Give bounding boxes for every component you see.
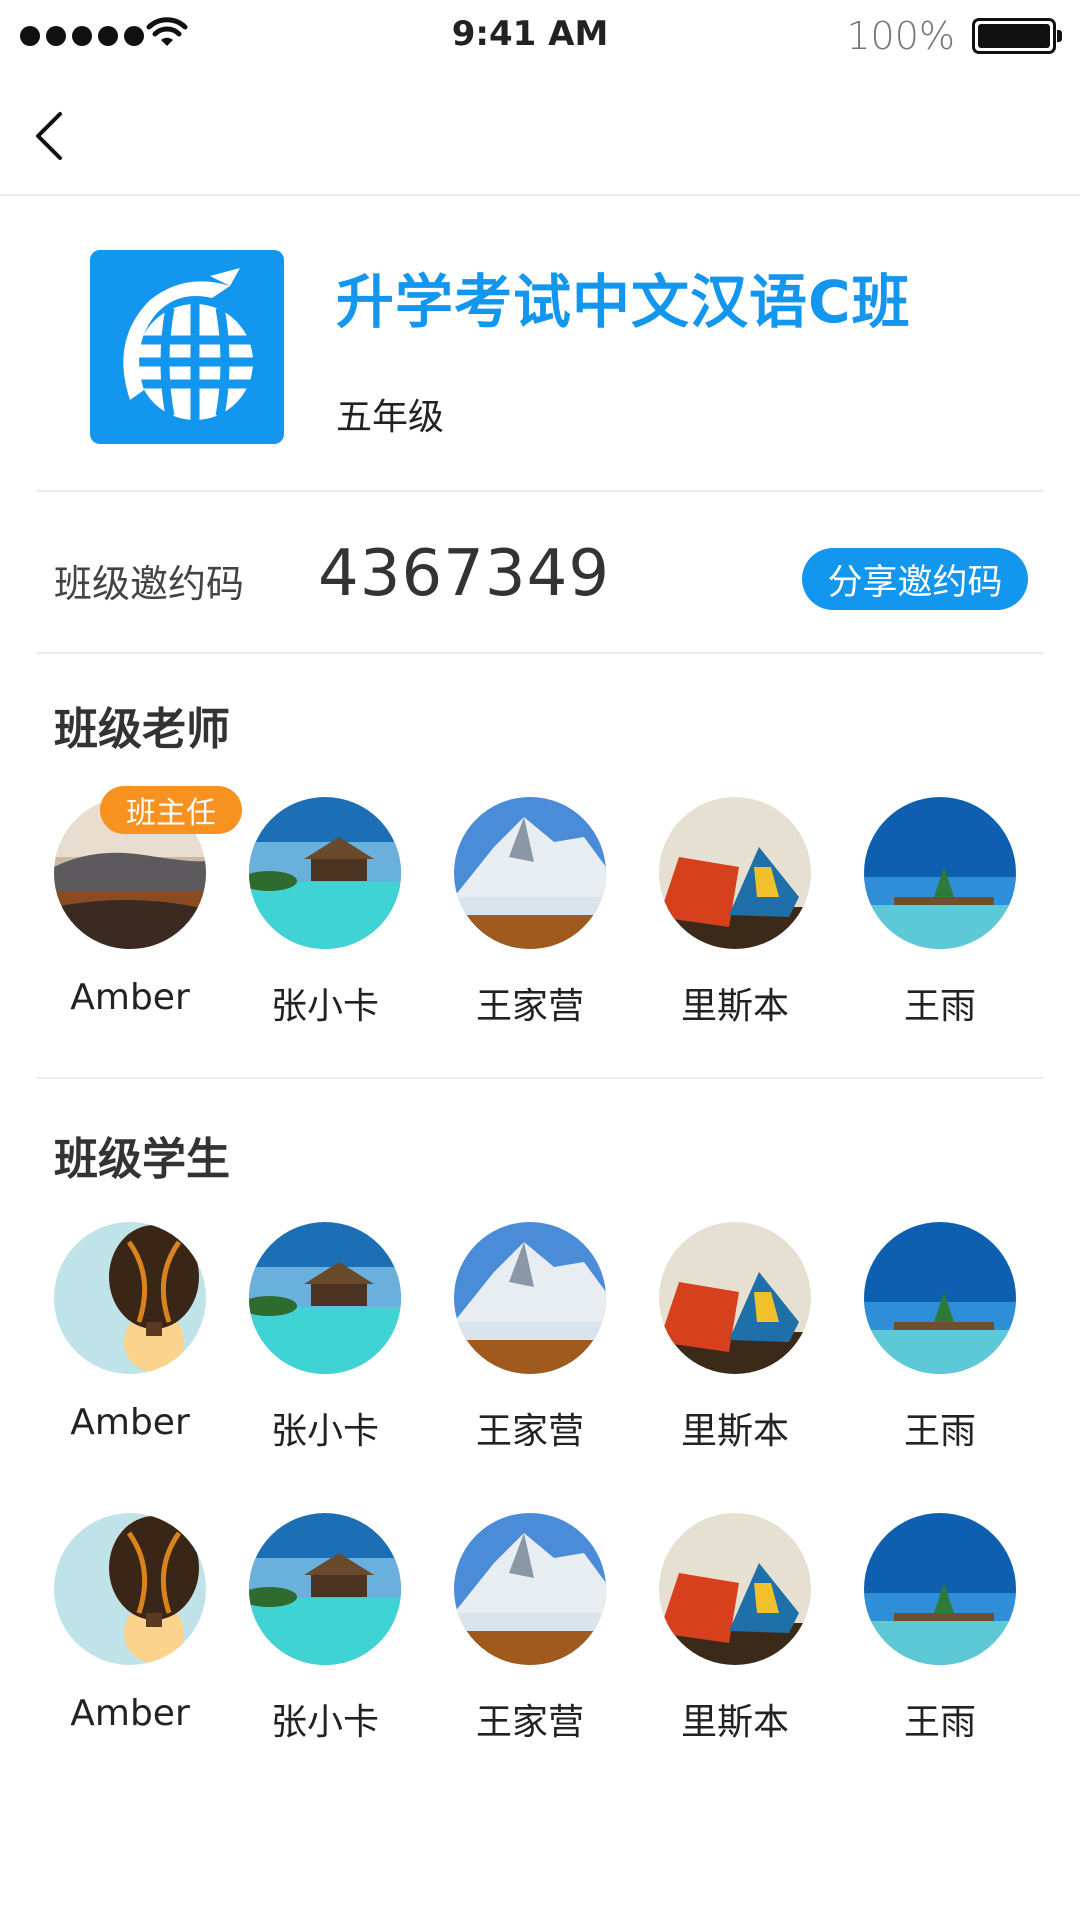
student-item[interactable]: 张小卡 <box>225 1222 425 1454</box>
teachers-section-title: 班级老师 <box>54 704 230 755</box>
student-name: 王家营 <box>475 1411 584 1452</box>
teacher-name: 王家营 <box>475 986 584 1027</box>
tents-photo <box>659 1513 811 1665</box>
student-name: Amber <box>70 1402 190 1443</box>
student-name: 里斯本 <box>680 1411 789 1452</box>
student-name: 王家营 <box>475 1702 584 1743</box>
avatar[interactable] <box>454 1222 606 1374</box>
student-item[interactable]: 王雨 <box>840 1222 1040 1454</box>
student-name: Amber <box>70 1693 190 1734</box>
student-item[interactable]: 里斯本 <box>635 1222 835 1454</box>
student-item[interactable]: 王雨 <box>840 1513 1040 1745</box>
avatar[interactable] <box>659 797 811 949</box>
student-item[interactable]: 里斯本 <box>635 1513 835 1745</box>
avatar[interactable] <box>864 797 1016 949</box>
divider <box>37 652 1043 654</box>
student-item[interactable]: 张小卡 <box>225 1513 425 1745</box>
student-name: 王雨 <box>903 1702 976 1743</box>
snow-mountain-photo <box>454 797 606 949</box>
teacher-item[interactable]: 里斯本 <box>635 797 835 1029</box>
beach-hut-photo <box>249 797 401 949</box>
snow-mountain-photo <box>454 1222 606 1374</box>
teacher-item[interactable]: 张小卡 <box>225 797 425 1029</box>
avatar[interactable] <box>864 1513 1016 1665</box>
head-teacher-badge: 班主任 <box>100 786 242 834</box>
invite-code-label: 班级邀约码 <box>54 562 245 606</box>
tents-photo <box>659 797 811 949</box>
hot-air-balloon-photo <box>54 1222 206 1374</box>
class-title: 升学考试中文汉语C班 <box>336 268 911 336</box>
teacher-item[interactable]: 王家营 <box>430 797 630 1029</box>
beach-hut-photo <box>249 1513 401 1665</box>
invite-code-value: 4367349 <box>318 537 611 611</box>
tents-photo <box>659 1222 811 1374</box>
avatar[interactable] <box>659 1222 811 1374</box>
avatar[interactable] <box>249 1222 401 1374</box>
back-arrow-icon[interactable] <box>26 108 76 164</box>
snow-mountain-photo <box>454 1513 606 1665</box>
avatar[interactable] <box>454 1513 606 1665</box>
avatar[interactable] <box>249 1513 401 1665</box>
divider <box>37 1077 1043 1079</box>
avatar[interactable] <box>864 1222 1016 1374</box>
teacher-name: 张小卡 <box>270 986 379 1027</box>
share-invite-code-button[interactable]: 分享邀约码 <box>802 548 1028 610</box>
student-item[interactable]: 王家营 <box>430 1222 630 1454</box>
avatar[interactable] <box>54 1222 206 1374</box>
student-name: 张小卡 <box>270 1702 379 1743</box>
ocean-pier-photo <box>864 1222 1016 1374</box>
class-grade: 五年级 <box>336 397 445 438</box>
status-bar: 9:41 AM 100% <box>0 0 1080 76</box>
avatar[interactable] <box>454 797 606 949</box>
hot-air-balloon-photo <box>54 1513 206 1665</box>
avatar[interactable] <box>54 1513 206 1665</box>
avatar[interactable] <box>249 797 401 949</box>
divider <box>37 490 1043 492</box>
class-logo <box>90 250 284 444</box>
student-name: 张小卡 <box>270 1411 379 1452</box>
student-item[interactable]: Amber <box>30 1513 230 1734</box>
ocean-pier-photo <box>864 1513 1016 1665</box>
teacher-name: 里斯本 <box>680 986 789 1027</box>
battery-percent: 100% <box>846 14 955 58</box>
globe-dragon-icon <box>123 268 253 420</box>
beach-hut-photo <box>249 1222 401 1374</box>
student-item[interactable]: 王家营 <box>430 1513 630 1745</box>
teacher-item[interactable]: 王雨 <box>840 797 1040 1029</box>
teacher-name: Amber <box>70 977 190 1018</box>
avatar[interactable] <box>659 1513 811 1665</box>
student-name: 王雨 <box>903 1411 976 1452</box>
ocean-pier-photo <box>864 797 1016 949</box>
teacher-name: 王雨 <box>903 986 976 1027</box>
student-name: 里斯本 <box>680 1702 789 1743</box>
nav-bar <box>0 76 1080 196</box>
battery-icon <box>972 18 1062 54</box>
students-section-title: 班级学生 <box>54 1134 230 1185</box>
student-item[interactable]: Amber <box>30 1222 230 1443</box>
